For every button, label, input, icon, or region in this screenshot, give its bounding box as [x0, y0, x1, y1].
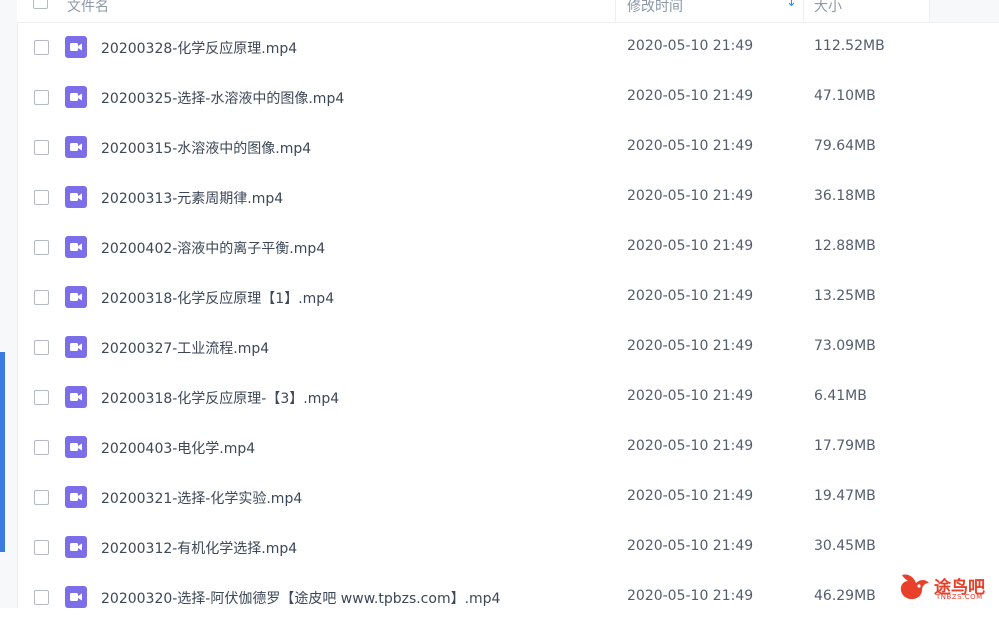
file-list-header: 文件名 修改时间 ↓ 大小	[17, 0, 999, 23]
file-modified-time: 2020-05-10 21:49	[627, 238, 754, 254]
column-divider	[803, 0, 804, 22]
select-all-checkbox[interactable]	[33, 0, 48, 9]
row-checkbox[interactable]	[34, 490, 49, 505]
file-modified-time: 2020-05-10 21:49	[627, 438, 754, 454]
left-sidebar-scroll-accent	[0, 352, 5, 552]
video-file-icon	[65, 286, 87, 308]
column-header-size[interactable]: 大小	[814, 0, 842, 16]
file-modified-time: 2020-05-10 21:49	[627, 488, 754, 504]
file-row[interactable]: 20200318-化学反应原理-【3】.mp4 2020-05-10 21:49 6…	[17, 373, 999, 423]
file-size: 13.25MB	[814, 288, 876, 304]
row-checkbox[interactable]	[34, 190, 49, 205]
video-file-icon	[65, 86, 87, 108]
row-checkbox[interactable]	[34, 390, 49, 405]
file-modified-time: 2020-05-10 21:49	[627, 38, 754, 54]
file-row[interactable]: 20200321-选择-化学实验.mp4 2020-05-10 21:49 19.4…	[17, 473, 999, 523]
file-size: 73.09MB	[814, 338, 876, 354]
file-modified-time: 2020-05-10 21:49	[627, 588, 754, 604]
file-name-link[interactable]: 20200318-化学反应原理【1】.mp4	[101, 288, 334, 308]
file-row[interactable]: 20200328-化学反应原理.mp4 2020-05-10 21:49 112.5…	[17, 23, 999, 73]
file-row[interactable]: 20200320-选择-阿伏伽德罗【途皮吧 www.tpbzs.com】.mp4…	[17, 573, 999, 623]
arrow-down-icon[interactable]: ↓	[786, 0, 797, 10]
file-list: 20200328-化学反应原理.mp4 2020-05-10 21:49 112.5…	[17, 23, 999, 623]
file-name-link[interactable]: 20200403-电化学.mp4	[101, 438, 255, 458]
row-checkbox[interactable]	[34, 340, 49, 355]
file-name-link[interactable]: 20200318-化学反应原理-【3】.mp4	[101, 388, 339, 408]
file-row[interactable]: 20200327-工业流程.mp4 2020-05-10 21:49 73.09MB	[17, 323, 999, 373]
row-checkbox[interactable]	[34, 540, 49, 555]
file-modified-time: 2020-05-10 21:49	[627, 288, 754, 304]
file-row[interactable]: 20200313-元素周期律.mp4 2020-05-10 21:49 36.18M…	[17, 173, 999, 223]
file-row[interactable]: 20200318-化学反应原理【1】.mp4 2020-05-10 21:49 13…	[17, 273, 999, 323]
row-checkbox[interactable]	[34, 440, 49, 455]
file-row[interactable]: 20200403-电化学.mp4 2020-05-10 21:49 17.79MB	[17, 423, 999, 473]
file-row[interactable]: 20200312-有机化学选择.mp4 2020-05-10 21:49 30.45…	[17, 523, 999, 573]
watermark: 途鸟吧 TNBZS.COM	[898, 569, 996, 605]
file-size: 79.64MB	[814, 138, 876, 154]
file-modified-time: 2020-05-10 21:49	[627, 388, 754, 404]
video-file-icon	[65, 336, 87, 358]
row-checkbox[interactable]	[34, 90, 49, 105]
row-checkbox[interactable]	[34, 240, 49, 255]
row-checkbox[interactable]	[34, 140, 49, 155]
file-modified-time: 2020-05-10 21:49	[627, 538, 754, 554]
file-modified-time: 2020-05-10 21:49	[627, 338, 754, 354]
file-row[interactable]: 20200325-选择-水溶液中的图像.mp4 2020-05-10 21:49 4…	[17, 73, 999, 123]
file-size: 30.45MB	[814, 538, 876, 554]
file-name-link[interactable]: 20200328-化学反应原理.mp4	[101, 38, 297, 58]
video-file-icon	[65, 236, 87, 258]
file-name-link[interactable]: 20200313-元素周期律.mp4	[101, 188, 283, 208]
file-row[interactable]: 20200315-水溶液中的图像.mp4 2020-05-10 21:49 79.6…	[17, 123, 999, 173]
file-name-link[interactable]: 20200312-有机化学选择.mp4	[101, 538, 297, 558]
row-checkbox[interactable]	[34, 290, 49, 305]
file-name-link[interactable]: 20200327-工业流程.mp4	[101, 338, 269, 358]
file-name-link[interactable]: 20200321-选择-化学实验.mp4	[101, 488, 302, 508]
file-name-link[interactable]: 20200320-选择-阿伏伽德罗【途皮吧 www.tpbzs.com】.mp4	[101, 588, 500, 608]
video-file-icon	[65, 586, 87, 608]
file-name-link[interactable]: 20200315-水溶液中的图像.mp4	[101, 138, 311, 158]
file-size: 46.29MB	[814, 588, 876, 604]
file-row[interactable]: 20200402-溶液中的离子平衡.mp4 2020-05-10 21:49 12.…	[17, 223, 999, 273]
row-checkbox[interactable]	[34, 40, 49, 55]
file-size: 36.18MB	[814, 188, 876, 204]
file-size: 19.47MB	[814, 488, 876, 504]
column-divider	[615, 0, 616, 22]
bird-logo-icon	[900, 574, 929, 600]
file-name-link[interactable]: 20200402-溶液中的离子平衡.mp4	[101, 238, 325, 258]
file-size: 47.10MB	[814, 88, 876, 104]
file-modified-time: 2020-05-10 21:49	[627, 138, 754, 154]
file-name-link[interactable]: 20200325-选择-水溶液中的图像.mp4	[101, 88, 344, 108]
column-header-name[interactable]: 文件名	[67, 0, 109, 16]
video-file-icon	[65, 486, 87, 508]
file-modified-time: 2020-05-10 21:49	[627, 88, 754, 104]
file-modified-time: 2020-05-10 21:49	[627, 188, 754, 204]
video-file-icon	[65, 436, 87, 458]
video-file-icon	[65, 186, 87, 208]
row-checkbox[interactable]	[34, 590, 49, 605]
video-file-icon	[65, 536, 87, 558]
video-file-icon	[65, 136, 87, 158]
file-size: 112.52MB	[814, 38, 885, 54]
file-size: 6.41MB	[814, 388, 867, 404]
column-header-blank	[929, 0, 999, 22]
column-header-modified[interactable]: 修改时间	[627, 0, 683, 16]
video-file-icon	[65, 386, 87, 408]
file-size: 12.88MB	[814, 238, 876, 254]
file-size: 17.79MB	[814, 438, 876, 454]
video-file-icon	[65, 36, 87, 58]
watermark-subtext: TNBZS.COM	[936, 593, 983, 601]
